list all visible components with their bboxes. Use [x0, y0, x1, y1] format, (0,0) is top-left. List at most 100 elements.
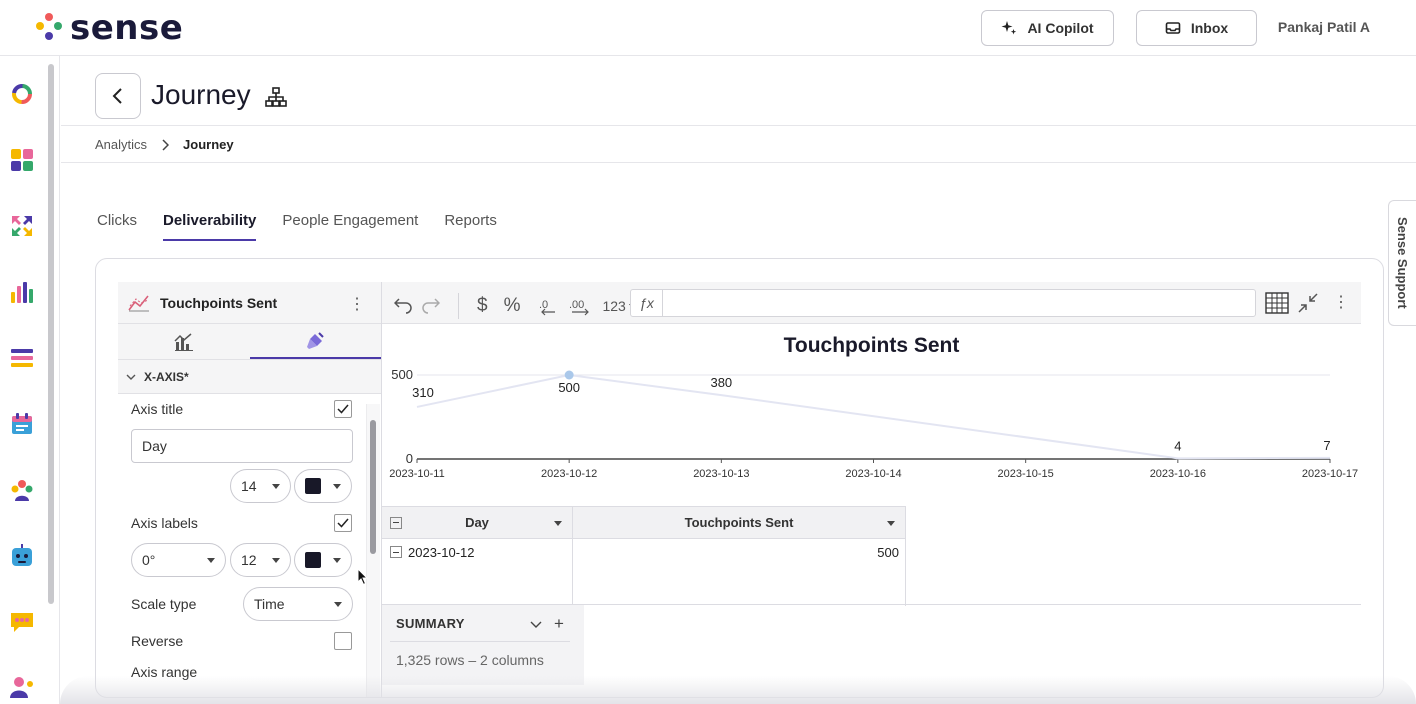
paint-brush-icon: [307, 331, 324, 349]
sidebar-scrollbar[interactable]: [48, 64, 54, 604]
user-name[interactable]: Pankaj Patil A: [1278, 19, 1370, 35]
currency-format-icon[interactable]: $: [477, 295, 488, 317]
calendar-icon[interactable]: [10, 412, 34, 436]
bottom-fade: [60, 676, 1416, 704]
x-tick-label: 2023-10-11: [389, 468, 444, 480]
axis-title-size-value: 14: [241, 478, 257, 494]
table-view-icon[interactable]: [1265, 292, 1289, 314]
reverse-label: Reverse: [131, 633, 184, 649]
arrows-exchange-icon[interactable]: [10, 214, 34, 238]
y-tick-label: 0: [406, 451, 413, 466]
series-line: [416, 373, 1331, 460]
table-cell-day-value: 2023-10-12: [408, 545, 475, 560]
axis-labels-angle-select[interactable]: 0°: [131, 543, 226, 577]
breadcrumb: Analytics Journey: [95, 137, 234, 152]
x-axis-section-header[interactable]: X-AXIS*: [118, 360, 381, 394]
chart-name: Touchpoints Sent: [160, 294, 278, 311]
increase-decimal-icon[interactable]: .00: [568, 296, 592, 316]
inbox-label: Inbox: [1190, 20, 1229, 36]
chevron-down-icon[interactable]: [530, 621, 542, 629]
axis-labels-color-select[interactable]: [294, 543, 352, 577]
chevron-right-icon: [162, 138, 170, 151]
page-title: Journey: [151, 79, 251, 110]
undo-icon[interactable]: [394, 297, 412, 315]
chart-toolbar: $ % .0 .00 123 ƒx ⋮: [382, 282, 1361, 324]
check-icon: [337, 404, 349, 414]
hierarchy-icon[interactable]: [265, 86, 287, 108]
tab-reports[interactable]: Reports: [444, 212, 497, 241]
tab-data[interactable]: [118, 324, 250, 359]
collapse-minus-icon[interactable]: [390, 546, 402, 558]
chevron-left-icon: [112, 88, 122, 104]
data-table: Day Touchpoints Sent 2023-10-12 500: [382, 506, 906, 606]
toolbar-separator: [458, 293, 459, 319]
caret-down-icon: [272, 558, 280, 563]
collapse-icon[interactable]: [1297, 292, 1319, 314]
sense-logo[interactable]: sense: [36, 8, 183, 48]
chat-bubble-icon[interactable]: [10, 610, 34, 634]
table-cell-day[interactable]: 2023-10-12: [382, 539, 573, 605]
highlight-point: [564, 370, 574, 380]
more-vertical-icon[interactable]: ⋮: [349, 294, 365, 314]
scale-type-value: Time: [254, 596, 285, 612]
caret-down-icon[interactable]: [887, 521, 895, 526]
table-row[interactable]: 2023-10-12 500: [382, 539, 905, 605]
summary-info: 1,325 rows – 2 columns: [396, 652, 544, 668]
decrease-decimal-icon[interactable]: .0: [536, 296, 558, 316]
caret-down-icon[interactable]: [554, 521, 562, 526]
scale-type-select[interactable]: Time: [243, 587, 353, 621]
axis-title-color-select[interactable]: [294, 469, 352, 503]
caret-down-icon: [207, 558, 215, 563]
panel-scrollbar[interactable]: [370, 420, 376, 554]
user-settings-icon[interactable]: [10, 676, 34, 700]
collapse-minus-icon[interactable]: [390, 516, 402, 529]
axis-labels-checkbox[interactable]: [334, 514, 352, 532]
inbox-button[interactable]: Inbox: [1136, 10, 1257, 46]
column-header-touchpoints[interactable]: Touchpoints Sent: [573, 507, 905, 538]
tab-deliverability[interactable]: Deliverability: [163, 212, 257, 241]
table-cell-touchpoints[interactable]: 500: [573, 539, 905, 605]
breadcrumb-analytics[interactable]: Analytics: [95, 137, 147, 152]
axis-title-input[interactable]: Day: [131, 429, 353, 463]
chart-title: Touchpoints Sent: [783, 334, 960, 357]
sense-support-label: Sense Support: [1395, 217, 1410, 309]
percent-format-icon[interactable]: %: [504, 295, 521, 317]
dashboard-grid-icon[interactable]: [10, 148, 34, 172]
x-tick-label: 2023-10-15: [998, 468, 1054, 480]
axis-title-checkbox[interactable]: [334, 400, 352, 418]
breadcrumb-journey: Journey: [183, 137, 234, 152]
analytics-ring-icon[interactable]: [10, 82, 34, 106]
bar-chart-icon[interactable]: [10, 280, 34, 304]
tab-clicks[interactable]: Clicks: [97, 212, 137, 241]
reverse-checkbox[interactable]: [334, 632, 352, 650]
data-label: 7: [1323, 438, 1330, 453]
more-vertical-icon[interactable]: ⋮: [1333, 292, 1349, 312]
color-swatch: [305, 552, 321, 568]
redo-icon[interactable]: [422, 297, 440, 315]
data-label: 380: [710, 375, 732, 390]
people-group-icon[interactable]: [10, 478, 34, 502]
chevron-down-icon: [126, 374, 136, 380]
add-icon[interactable]: +: [554, 614, 564, 634]
x-axis-section-title: X-AXIS*: [144, 369, 189, 384]
sparkle-icon: [1001, 21, 1017, 35]
axis-labels-size-select[interactable]: 12: [230, 543, 291, 577]
formula-bar[interactable]: ƒx: [630, 289, 1256, 317]
robot-icon[interactable]: [10, 544, 34, 568]
axis-title-size-select[interactable]: 14: [230, 469, 291, 503]
function-icon: ƒx: [631, 290, 663, 316]
x-tick-label: 2023-10-12: [541, 468, 597, 480]
tab-people-engagement[interactable]: People Engagement: [282, 212, 418, 241]
logo-dots-icon: [36, 11, 62, 45]
back-button[interactable]: [95, 73, 141, 119]
table-cell-touchpoints-value: 500: [877, 545, 899, 560]
tab-style[interactable]: [249, 324, 381, 359]
column-header-day[interactable]: Day: [382, 507, 573, 538]
summary-title: SUMMARY: [396, 616, 465, 631]
caret-down-icon: [272, 484, 280, 489]
header-divider: [61, 125, 1416, 126]
sense-support-tab[interactable]: Sense Support: [1388, 200, 1416, 326]
ai-copilot-button[interactable]: AI Copilot: [981, 10, 1114, 46]
number-format-label: 123: [602, 298, 626, 314]
list-icon[interactable]: [10, 346, 34, 370]
